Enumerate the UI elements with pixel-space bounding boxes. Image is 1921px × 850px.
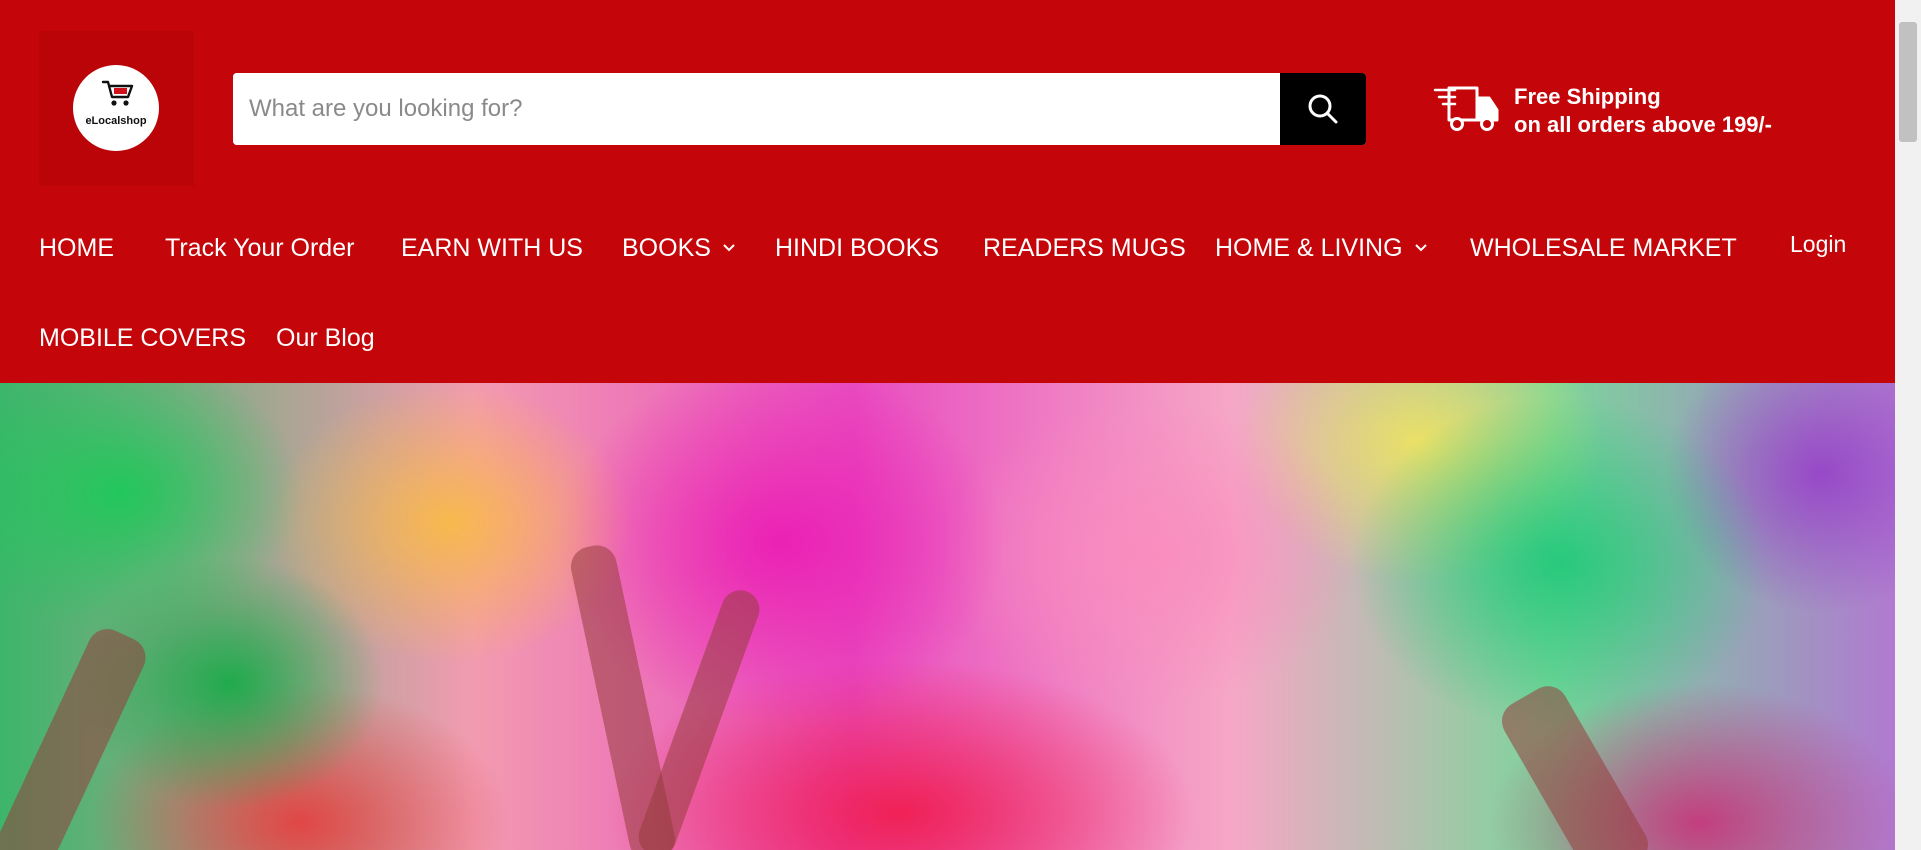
- logo[interactable]: eLocalshop: [39, 31, 194, 186]
- hero-banner[interactable]: [0, 383, 1895, 850]
- nav-item-label: EARN WITH US: [401, 233, 583, 262]
- nav-item-track-order[interactable]: Track Your Order: [165, 231, 354, 265]
- nav-item-mobile-covers[interactable]: MOBILE COVERS: [39, 321, 246, 355]
- nav-item-label: HOME: [39, 233, 114, 262]
- nav-item-label: BOOKS: [622, 233, 711, 262]
- nav-item-label: MOBILE COVERS: [39, 323, 246, 352]
- search-button[interactable]: [1280, 73, 1366, 145]
- chevron-down-icon: [723, 244, 735, 252]
- hero-arm: [0, 622, 153, 850]
- nav-item-hindi-books[interactable]: HINDI BOOKS: [775, 231, 939, 265]
- nav-item-label: Track Your Order: [165, 233, 355, 262]
- delivery-truck-icon: [1433, 86, 1499, 131]
- logo-badge: eLocalshop: [73, 65, 159, 151]
- nav-item-our-blog[interactable]: Our Blog: [276, 321, 375, 355]
- search-input[interactable]: [233, 73, 1280, 145]
- search-icon: [1308, 94, 1338, 124]
- nav-item-wholesale-market[interactable]: WHOLESALE MARKET: [1470, 231, 1737, 265]
- hero-arm: [633, 584, 765, 850]
- nav-item-home[interactable]: HOME: [39, 231, 114, 265]
- nav-item-books[interactable]: BOOKS: [622, 231, 735, 265]
- nav-item-readers-mugs[interactable]: READERS MUGS: [983, 231, 1186, 265]
- nav-item-earn-with-us[interactable]: EARN WITH US: [401, 231, 583, 265]
- nav-item-label: HINDI BOOKS: [775, 233, 939, 262]
- nav-item-label: HOME & LIVING: [1215, 233, 1403, 262]
- chevron-down-icon: [1414, 244, 1427, 252]
- shipping-subtitle: on all orders above 199/-: [1514, 112, 1772, 137]
- logo-text: eLocalshop: [85, 115, 147, 127]
- nav-item-label: WHOLESALE MARKET: [1470, 233, 1737, 262]
- nav-item-label: READERS MUGS: [983, 233, 1186, 262]
- nav-item-home-living[interactable]: HOME & LIVING: [1215, 231, 1427, 265]
- free-shipping-banner: Free Shipping on all orders above 199/-: [1433, 84, 1853, 140]
- shopping-cart-icon: [101, 80, 134, 106]
- scrollbar-thumb[interactable]: [1899, 22, 1917, 142]
- search-bar: [233, 73, 1366, 145]
- shipping-title: Free Shipping: [1514, 84, 1661, 109]
- page-scrollbar[interactable]: [1895, 0, 1921, 850]
- login-link[interactable]: Login: [1790, 231, 1846, 258]
- nav-item-label: Our Blog: [276, 323, 375, 352]
- hero-arm: [1494, 678, 1656, 850]
- site-header: eLocalshop Free Shipping on all orders a…: [0, 0, 1895, 383]
